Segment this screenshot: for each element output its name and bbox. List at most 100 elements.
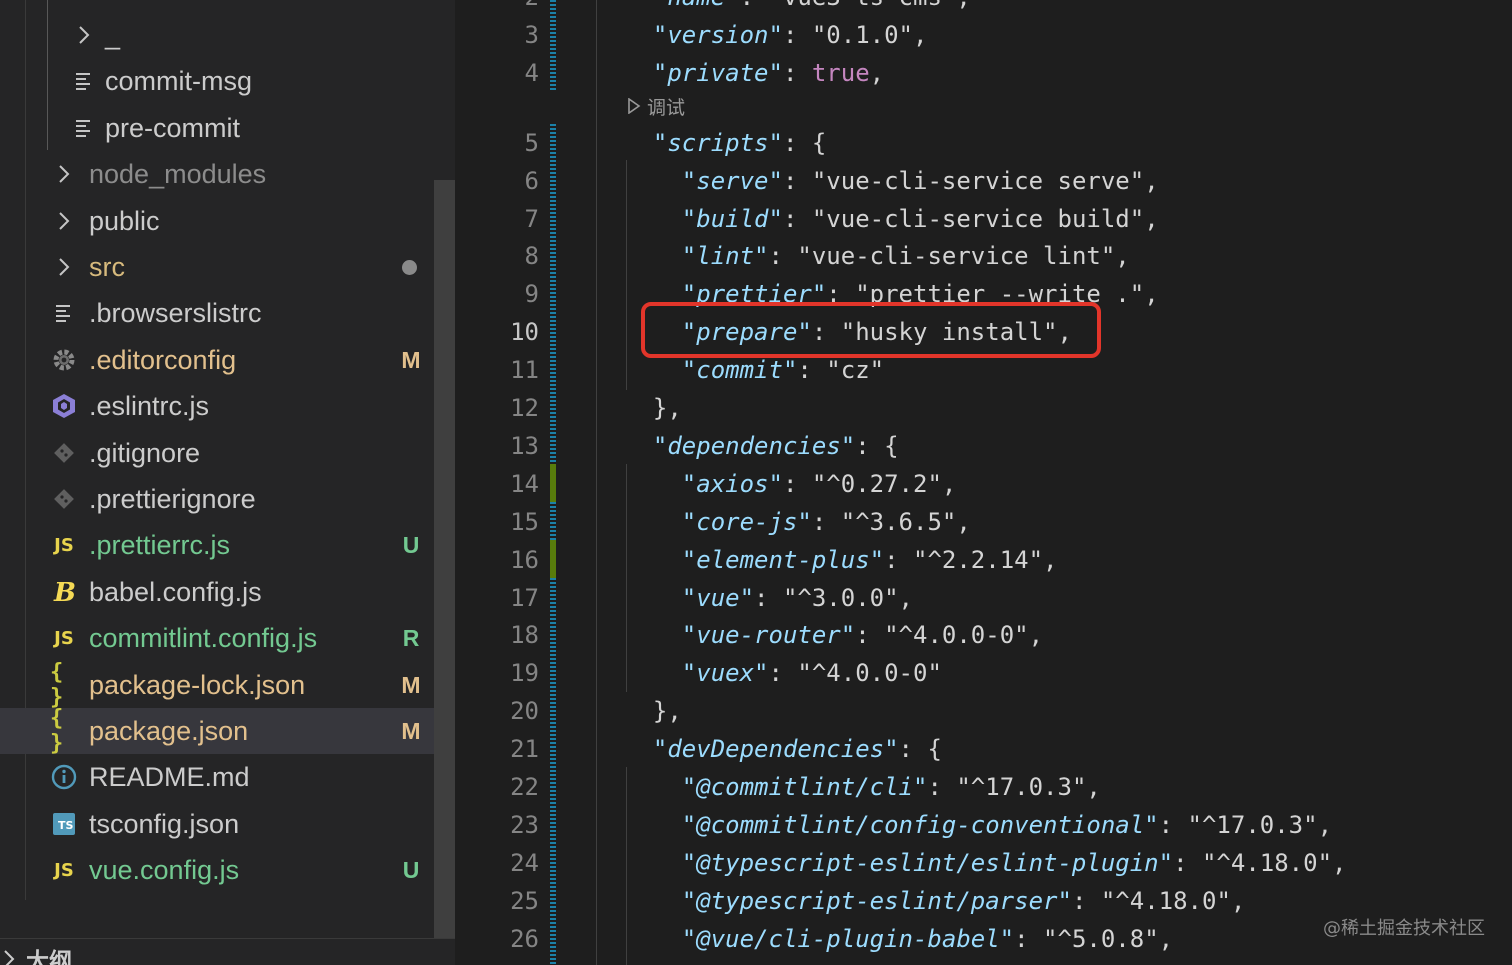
code-punctuation: [624, 659, 682, 687]
json-key: "private": [652, 58, 783, 87]
code-punctuation: : {: [782, 128, 827, 157]
json-key: "@vue/cli-plugin-babel": [681, 924, 1015, 953]
code-line[interactable]: "scripts": {: [624, 124, 826, 162]
code-line[interactable]: },: [624, 692, 682, 730]
json-key: "vue": [681, 583, 755, 612]
line-number: 9: [524, 280, 539, 309]
code-punctuation: :: [797, 356, 827, 385]
code-line[interactable]: "vue": "^3.0.0",: [624, 579, 913, 617]
code-punctuation: [624, 356, 682, 384]
code-line[interactable]: "core-js": "^3.6.5",: [624, 503, 971, 541]
code-line[interactable]: "@typescript-eslint/parser": "^4.18.0",: [624, 882, 1246, 920]
line-number: 2: [455, 0, 539, 16]
line-number: 11: [510, 356, 539, 385]
tree-item-src[interactable]: src: [0, 244, 434, 290]
code-punctuation: [624, 432, 653, 460]
indent-guide: [626, 160, 627, 390]
indent-guide: [626, 767, 627, 965]
tree-item-commitlint-config-js[interactable]: JS commitlint.config.js R: [0, 615, 434, 661]
code-punctuation: },: [624, 394, 682, 422]
git-added-indicator[interactable]: [550, 464, 556, 502]
codelens-label: 调试: [647, 96, 686, 119]
tree-item-underscore[interactable]: _: [0, 12, 434, 58]
code-punctuation: :: [768, 659, 798, 688]
code-punctuation: [624, 584, 682, 612]
babel-icon: B: [50, 569, 78, 615]
code-line[interactable]: "vuex": "^4.0.0-0": [624, 654, 942, 692]
tree-item-commit-msg[interactable]: commit-msg: [0, 58, 434, 104]
code-punctuation: [624, 0, 653, 11]
tree-item-tsconfig-json[interactable]: TS tsconfig.json: [0, 801, 434, 847]
code-line[interactable]: "build": "vue-cli-service build",: [624, 200, 1159, 238]
tree-item-editorconfig[interactable]: .editorconfig M: [0, 337, 434, 383]
debug-codelens[interactable]: 调试: [627, 92, 685, 120]
lines-file-icon: [70, 58, 98, 104]
tree-item-babel-config-js[interactable]: Bbabel.config.js: [0, 569, 434, 615]
code-line[interactable]: "devDependencies": {: [624, 730, 942, 768]
git-modified-indicator[interactable]: [550, 578, 556, 965]
code-punctuation: [624, 508, 682, 536]
git-modified-indicator[interactable]: [550, 502, 556, 540]
git-modified-indicator[interactable]: [550, 124, 556, 464]
tree-item-browserslistrc[interactable]: .browserslistrc: [0, 290, 434, 336]
tree-item-package-json[interactable]: { } package.json M: [0, 706, 455, 756]
code-punctuation: :: [782, 204, 812, 233]
code-punctuation: ,: [1028, 621, 1044, 650]
code-line[interactable]: },: [624, 389, 682, 427]
code-punctuation: :: [811, 507, 841, 536]
tree-item-readme-md[interactable]: README.md: [0, 754, 434, 800]
json-key: "serve": [681, 166, 783, 195]
tree-item-package-lock-json[interactable]: { } package-lock.json M: [0, 659, 434, 710]
git-added-indicator[interactable]: [550, 540, 556, 578]
ts-icon: TS: [50, 801, 78, 847]
chevron-right-icon: [70, 12, 98, 58]
tree-item-eslintrc-js[interactable]: .eslintrc.js: [0, 383, 434, 429]
tree-item-label: _: [105, 20, 121, 50]
json-value: "vue-cli-service build": [811, 204, 1145, 233]
tree-item-label: src: [89, 252, 125, 282]
line-number: 4: [524, 58, 539, 87]
line-number: 16: [510, 545, 539, 574]
code-punctuation: [624, 242, 682, 270]
code-punctuation: ,: [941, 469, 957, 498]
code-line[interactable]: "dependencies": {: [624, 427, 899, 465]
tree-item-prettierrc-js[interactable]: JS .prettierrc.js U: [0, 522, 434, 568]
code-line[interactable]: "version": "0.1.0",: [624, 16, 928, 54]
lines-file-icon: [70, 105, 98, 151]
code-line[interactable]: "@vue/cli-plugin-babel": "^5.0.8",: [624, 920, 1173, 958]
git-modified-indicator[interactable]: [550, 0, 556, 92]
tree-item-prettierignore[interactable]: .prettierignore: [0, 476, 434, 522]
code-punctuation: ,: [1332, 848, 1347, 877]
json-value: "vue3-ts-cms": [769, 0, 957, 11]
json-key: "build": [681, 204, 783, 233]
sidebar-scrollbar[interactable]: [434, 180, 455, 938]
tree-item-vue-config-js[interactable]: JS vue.config.js U: [0, 847, 434, 893]
vscode-window: _ commit-msg pre-commit node_modules public s…: [0, 0, 1512, 965]
svg-text:B: B: [53, 578, 76, 606]
code-punctuation: ,: [1158, 924, 1174, 953]
code-line[interactable]: "private": true,: [624, 54, 884, 92]
code-punctuation: : {: [855, 431, 899, 460]
code-editor[interactable]: 2345678910111213141516171819202122232425…: [455, 0, 1512, 965]
js-icon: JS: [54, 534, 74, 556]
code-line[interactable]: "element-plus": "^2.2.14",: [624, 541, 1058, 579]
code-line[interactable]: "serve": "vue-cli-service serve",: [624, 162, 1159, 200]
code-line[interactable]: "vue-router": "^4.0.0-0",: [624, 616, 1043, 654]
tree-item-pre-commit[interactable]: pre-commit: [0, 105, 434, 151]
code-punctuation: [624, 849, 682, 877]
json-braces-icon: { }: [50, 659, 63, 710]
outline-section-header[interactable]: 大纲: [0, 938, 455, 965]
line-number: 19: [510, 659, 539, 688]
code-line[interactable]: "lint": "vue-cli-service lint",: [624, 237, 1130, 275]
tree-item-public[interactable]: public: [0, 198, 434, 244]
tree-item-gitignore[interactable]: .gitignore: [0, 430, 434, 476]
code-line[interactable]: "@commitlint/cli": "^17.0.3",: [624, 768, 1101, 806]
json-value: "^17.0.3": [1187, 810, 1318, 839]
git-status-badge: M: [401, 346, 421, 373]
code-punctuation: [624, 59, 653, 87]
code-line[interactable]: "axios": "^0.27.2",: [624, 465, 957, 503]
code-line[interactable]: "@commitlint/config-conventional": "^17.…: [624, 806, 1332, 844]
code-line[interactable]: "@typescript-eslint/eslint-plugin": "^4.…: [624, 844, 1347, 882]
code-line[interactable]: "name": "vue3-ts-cms",: [624, 0, 971, 16]
tree-item-node-modules[interactable]: node_modules: [0, 151, 434, 197]
